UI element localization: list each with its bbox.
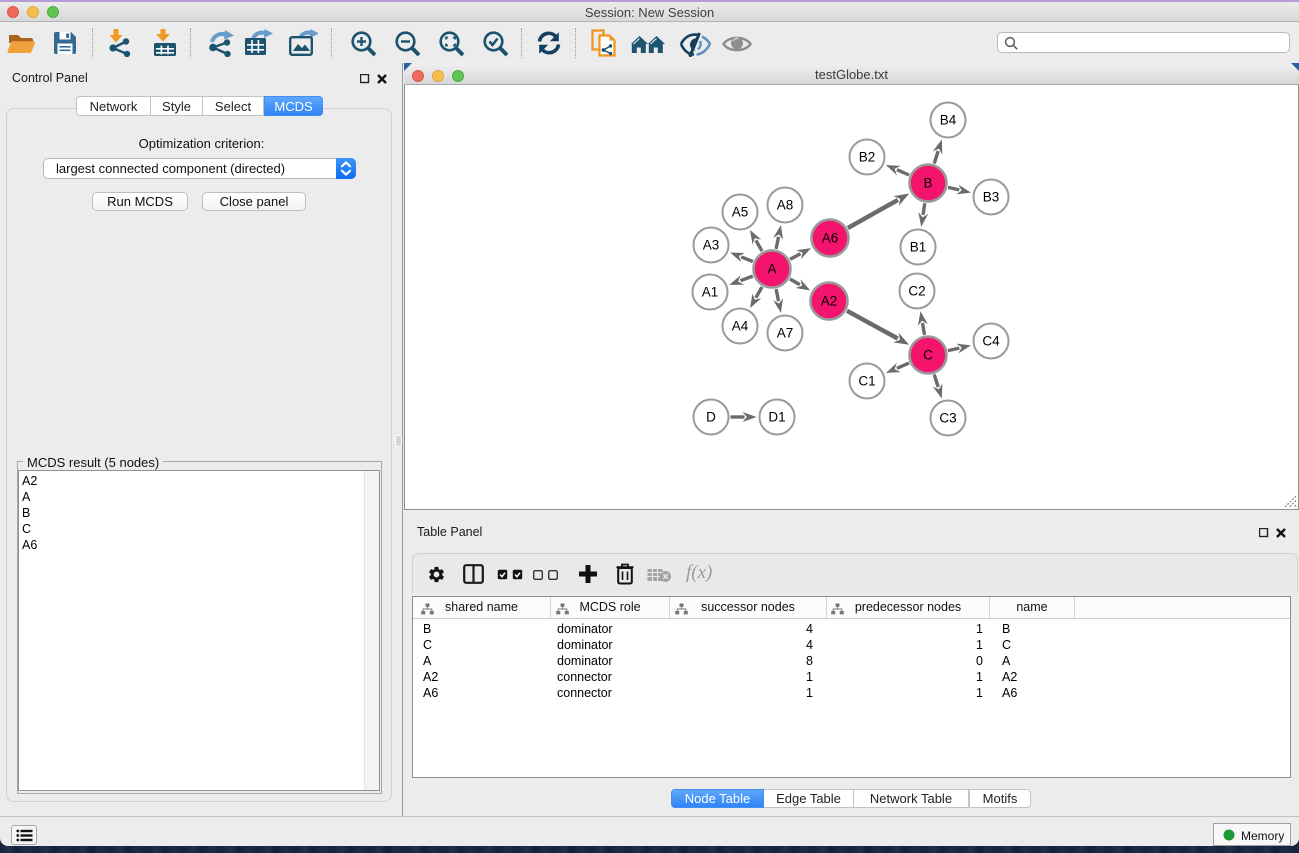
svg-text:B2: B2: [859, 150, 876, 165]
svg-text:A5: A5: [732, 205, 749, 220]
svg-text:A1: A1: [702, 285, 719, 300]
svg-text:A8: A8: [777, 198, 794, 213]
svg-text:D1: D1: [768, 410, 785, 425]
svg-text:C: C: [923, 348, 933, 363]
svg-text:B: B: [923, 176, 932, 191]
svg-text:C2: C2: [908, 284, 925, 299]
svg-text:C4: C4: [982, 334, 1000, 349]
svg-text:C3: C3: [939, 411, 956, 426]
svg-text:B3: B3: [983, 190, 1000, 205]
svg-text:A3: A3: [703, 238, 720, 253]
svg-text:B1: B1: [910, 240, 927, 255]
svg-text:D: D: [706, 410, 716, 425]
svg-text:C1: C1: [858, 374, 875, 389]
svg-text:A4: A4: [732, 319, 749, 334]
svg-text:B4: B4: [940, 113, 957, 128]
svg-text:A6: A6: [822, 231, 839, 246]
svg-text:A7: A7: [777, 326, 794, 341]
svg-text:A: A: [767, 262, 776, 277]
svg-text:A2: A2: [821, 294, 838, 309]
